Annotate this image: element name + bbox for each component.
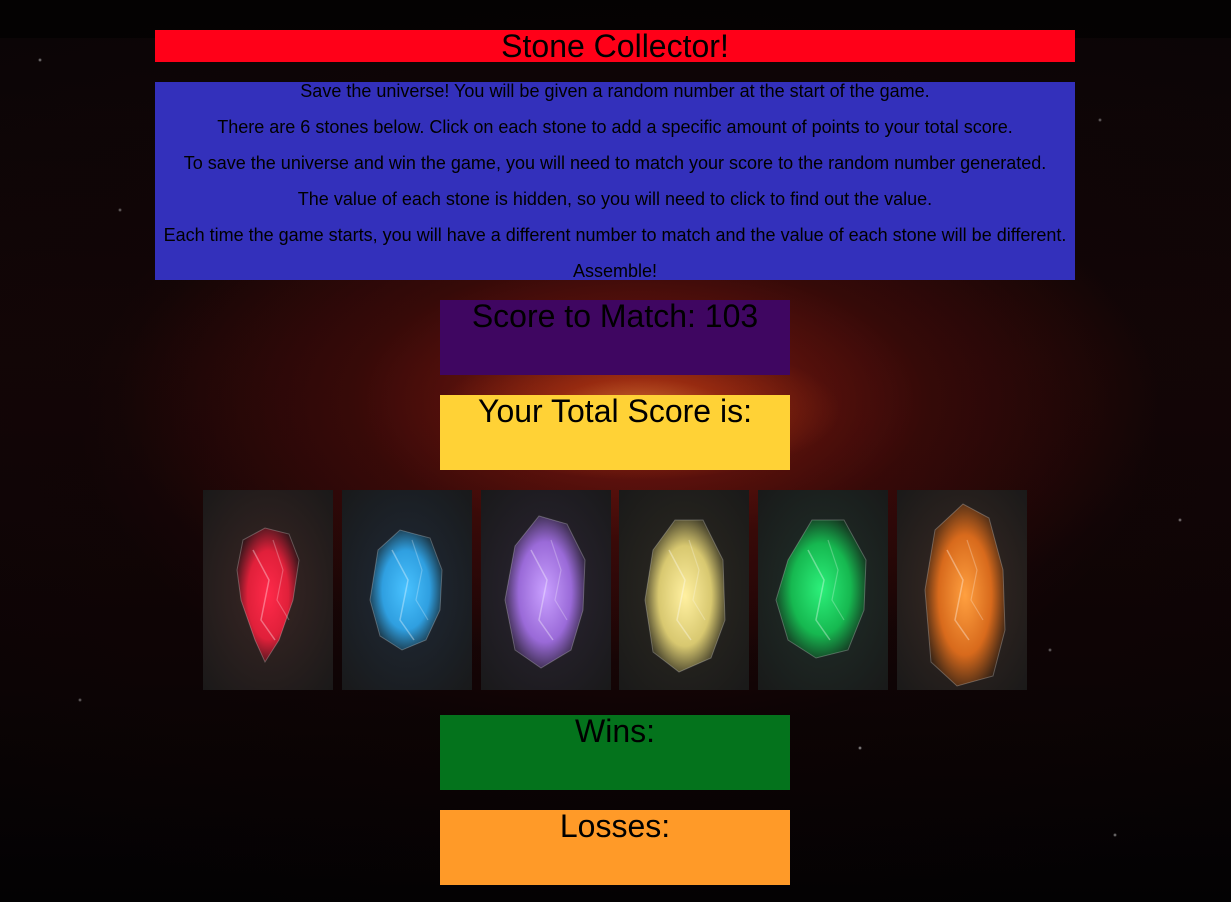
wins-box: Wins: — [440, 715, 790, 790]
red-stone[interactable] — [203, 490, 333, 690]
purple-stone[interactable] — [481, 490, 611, 690]
blue-stone-image — [342, 490, 472, 690]
instruction-line: Each time the game starts, you will have… — [163, 225, 1067, 245]
green-stone-image — [758, 490, 888, 690]
green-stone[interactable] — [758, 490, 888, 690]
orange-stone-image — [897, 490, 1027, 690]
instruction-line: There are 6 stones below. Click on each … — [217, 117, 1013, 137]
orange-stone[interactable] — [897, 490, 1027, 690]
instruction-line: Assemble! — [572, 261, 658, 280]
yellow-stone[interactable] — [619, 490, 749, 690]
losses-box: Losses: — [440, 810, 790, 885]
instructions-panel: Save the universe! You will be given a r… — [155, 82, 1075, 280]
purple-stone-image — [481, 490, 611, 690]
stones-row — [203, 490, 1033, 690]
instruction-line: To save the universe and win the game, y… — [183, 153, 1047, 173]
blue-stone[interactable] — [342, 490, 472, 690]
page-title: Stone Collector! — [155, 30, 1075, 62]
instruction-line: The value of each stone is hidden, so yo… — [297, 189, 933, 209]
losses-label: Losses: — [559, 808, 671, 844]
total-score-box: Your Total Score is: — [440, 395, 790, 470]
score-to-match-box: Score to Match: 103 — [440, 300, 790, 375]
total-score-label: Your Total Score is: — [478, 393, 752, 429]
score-to-match-label: Score to Match: 103 — [471, 298, 759, 334]
wins-label: Wins: — [575, 713, 655, 749]
yellow-stone-image — [619, 490, 749, 690]
orange-stone-gem — [924, 503, 1006, 687]
instruction-line: Save the universe! You will be given a r… — [300, 82, 930, 101]
red-stone-image — [203, 490, 333, 690]
header-container: Stone Collector! Save the universe! You … — [155, 30, 1075, 280]
